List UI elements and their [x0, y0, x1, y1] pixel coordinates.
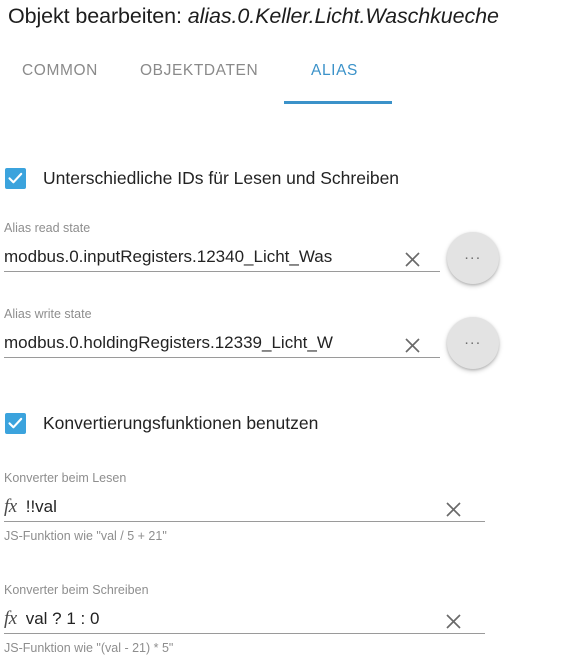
field-converter-write: Konverter beim Schreiben fx val ? 1 : 0 … — [4, 582, 485, 655]
fx-icon: fx — [4, 608, 17, 629]
clear-converter-write-button[interactable] — [444, 612, 463, 631]
check-icon — [8, 172, 23, 184]
close-icon — [405, 252, 420, 267]
clear-converter-read-button[interactable] — [444, 500, 463, 519]
checkbox-label-use-conversion: Konvertierungsfunktionen benutzen — [43, 413, 319, 433]
input-alias-write-state[interactable]: modbus.0.holdingRegisters.12339_Licht_W — [4, 333, 403, 358]
page-title-prefix: Objekt bearbeiten: — [8, 4, 188, 28]
input-converter-read[interactable]: !!val — [26, 497, 444, 522]
input-underline-converter-write — [4, 633, 485, 634]
input-alias-read-state[interactable]: modbus.0.inputRegisters.12340_Licht_Was — [4, 247, 403, 272]
input-row-alias-write-state: modbus.0.holdingRegisters.12339_Licht_W — [4, 326, 440, 358]
input-underline-converter-read — [4, 521, 485, 522]
select-alias-read-state-button[interactable]: ... — [447, 232, 499, 284]
close-icon — [446, 502, 461, 517]
input-converter-write[interactable]: val ? 1 : 0 — [26, 609, 444, 634]
select-alias-write-state-button[interactable]: ... — [447, 317, 499, 369]
page-title: Objekt bearbeiten: alias.0.Keller.Licht.… — [8, 2, 499, 30]
label-alias-read-state: Alias read state — [4, 221, 91, 235]
field-alias-read-state: Alias read state modbus.0.inputRegisters… — [4, 220, 440, 272]
checkbox-row-use-conversion[interactable]: Konvertierungsfunktionen benutzen — [0, 413, 318, 434]
label-converter-read: Konverter beim Lesen — [4, 471, 127, 485]
helper-converter-read: JS-Funktion wie "val / 5 + 21" — [4, 529, 167, 543]
ellipsis-icon: ... — [464, 246, 482, 263]
input-underline-alias-read-state — [4, 271, 440, 272]
helper-converter-write: JS-Funktion wie "(val - 21) * 5" — [4, 641, 174, 655]
tab-alias[interactable]: ALIAS — [311, 62, 358, 80]
field-alias-write-state: Alias write state modbus.0.holdingRegist… — [4, 306, 440, 358]
close-icon — [405, 338, 420, 353]
label-converter-write: Konverter beim Schreiben — [4, 583, 149, 597]
checkbox-different-ids[interactable] — [5, 168, 26, 189]
input-underline-alias-write-state — [4, 357, 440, 358]
tab-common[interactable]: COMMON — [22, 62, 98, 80]
tab-objektdaten[interactable]: OBJEKTDATEN — [140, 62, 258, 80]
input-row-converter-write: fx val ? 1 : 0 — [4, 602, 485, 634]
clear-alias-read-state-button[interactable] — [403, 250, 422, 269]
field-converter-read: Konverter beim Lesen fx !!val JS-Funktio… — [4, 470, 485, 543]
input-row-converter-read: fx !!val — [4, 490, 485, 522]
check-icon — [8, 417, 23, 429]
ellipsis-icon: ... — [464, 331, 482, 348]
input-row-alias-read-state: modbus.0.inputRegisters.12340_Licht_Was — [4, 240, 440, 272]
clear-alias-write-state-button[interactable] — [403, 336, 422, 355]
checkbox-row-different-ids[interactable]: Unterschiedliche IDs für Lesen und Schre… — [0, 168, 399, 189]
tab-bar: COMMON OBJEKTDATEN ALIAS — [0, 62, 571, 104]
fx-icon: fx — [4, 496, 17, 517]
label-alias-write-state: Alias write state — [4, 307, 92, 321]
page-title-object-path: alias.0.Keller.Licht.Waschkueche — [187, 4, 499, 28]
checkbox-use-conversion[interactable] — [5, 413, 26, 434]
active-tab-indicator — [284, 101, 392, 104]
close-icon — [446, 614, 461, 629]
checkbox-label-different-ids: Unterschiedliche IDs für Lesen und Schre… — [43, 168, 400, 188]
